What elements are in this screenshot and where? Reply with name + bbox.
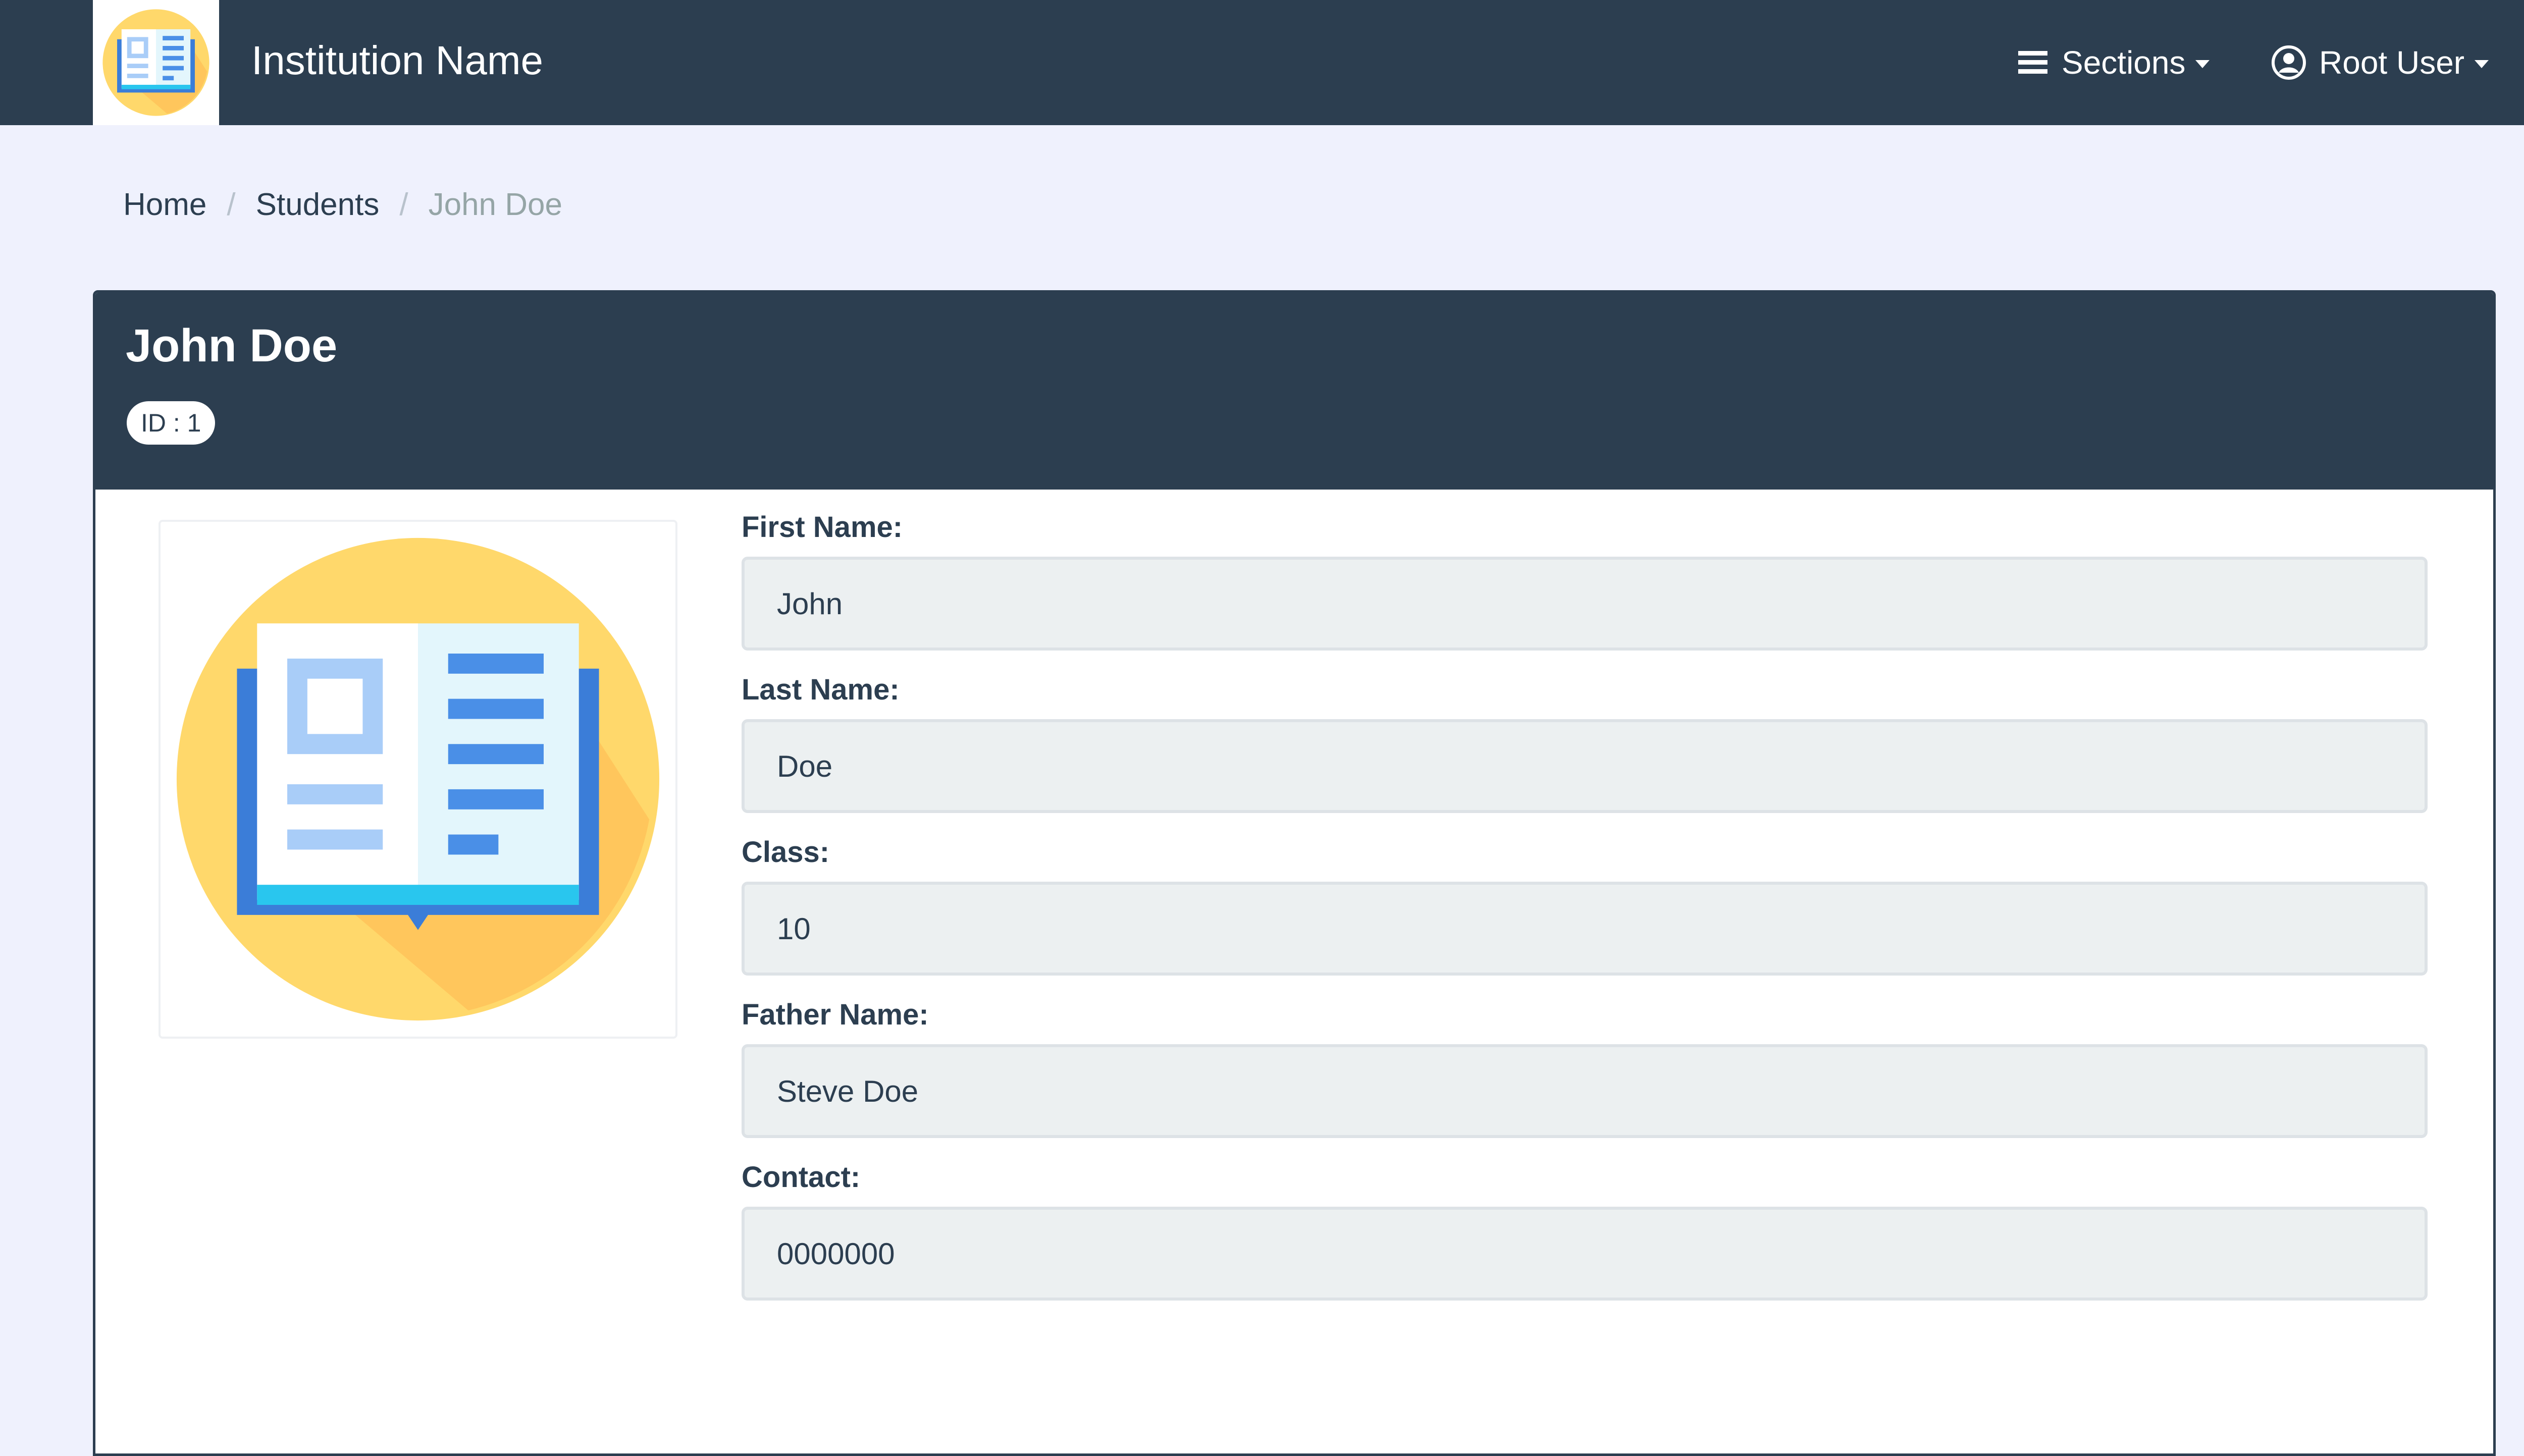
- field-first-name: First Name:: [742, 507, 2428, 651]
- field-class: Class:: [742, 832, 2428, 976]
- brand-name[interactable]: Institution Name: [251, 30, 543, 91]
- class-field[interactable]: [742, 882, 2428, 976]
- brand-logo-link[interactable]: [93, 0, 219, 125]
- breadcrumb-students[interactable]: Students: [256, 187, 380, 223]
- last-name-label: Last Name:: [742, 673, 900, 706]
- student-card: John Doe ID : 1 First Name: Last: [93, 290, 2496, 1456]
- chevron-down-icon: [2195, 60, 2210, 68]
- top-navbar: Institution Name Sections Root User: [0, 0, 2524, 125]
- card-header: John Doe ID : 1: [95, 293, 2493, 490]
- breadcrumb: Home / Students / John Doe: [123, 182, 562, 227]
- sections-label: Sections: [2062, 44, 2186, 81]
- field-contact: Contact:: [742, 1157, 2428, 1301]
- open-book-icon: [176, 537, 660, 1021]
- chevron-down-icon: [2475, 60, 2489, 68]
- breadcrumb-separator: /: [227, 187, 236, 222]
- field-father-name: Father Name:: [742, 995, 2428, 1138]
- student-photo: [159, 520, 677, 1039]
- contact-label: Contact:: [742, 1161, 861, 1194]
- user-dropdown[interactable]: Root User: [2272, 30, 2489, 95]
- field-last-name: Last Name:: [742, 670, 2428, 813]
- father-name-field[interactable]: [742, 1044, 2428, 1138]
- contact-field[interactable]: [742, 1207, 2428, 1301]
- sections-dropdown[interactable]: Sections: [2018, 30, 2210, 95]
- student-details-form: First Name: Last Name: Class: Father Nam…: [742, 507, 2428, 1320]
- breadcrumb-current: John Doe: [428, 187, 563, 222]
- student-name: John Doe: [126, 320, 338, 371]
- first-name-label: First Name:: [742, 511, 903, 544]
- user-circle-icon: [2272, 45, 2306, 80]
- hamburger-menu-icon: [2018, 51, 2047, 74]
- breadcrumb-separator: /: [399, 187, 408, 222]
- user-label: Root User: [2319, 44, 2465, 81]
- open-book-icon: [102, 9, 209, 116]
- id-badge: ID : 1: [127, 401, 216, 445]
- last-name-field[interactable]: [742, 719, 2428, 813]
- class-label: Class:: [742, 836, 830, 869]
- breadcrumb-home[interactable]: Home: [123, 187, 206, 223]
- father-name-label: Father Name:: [742, 998, 929, 1031]
- first-name-field[interactable]: [742, 557, 2428, 651]
